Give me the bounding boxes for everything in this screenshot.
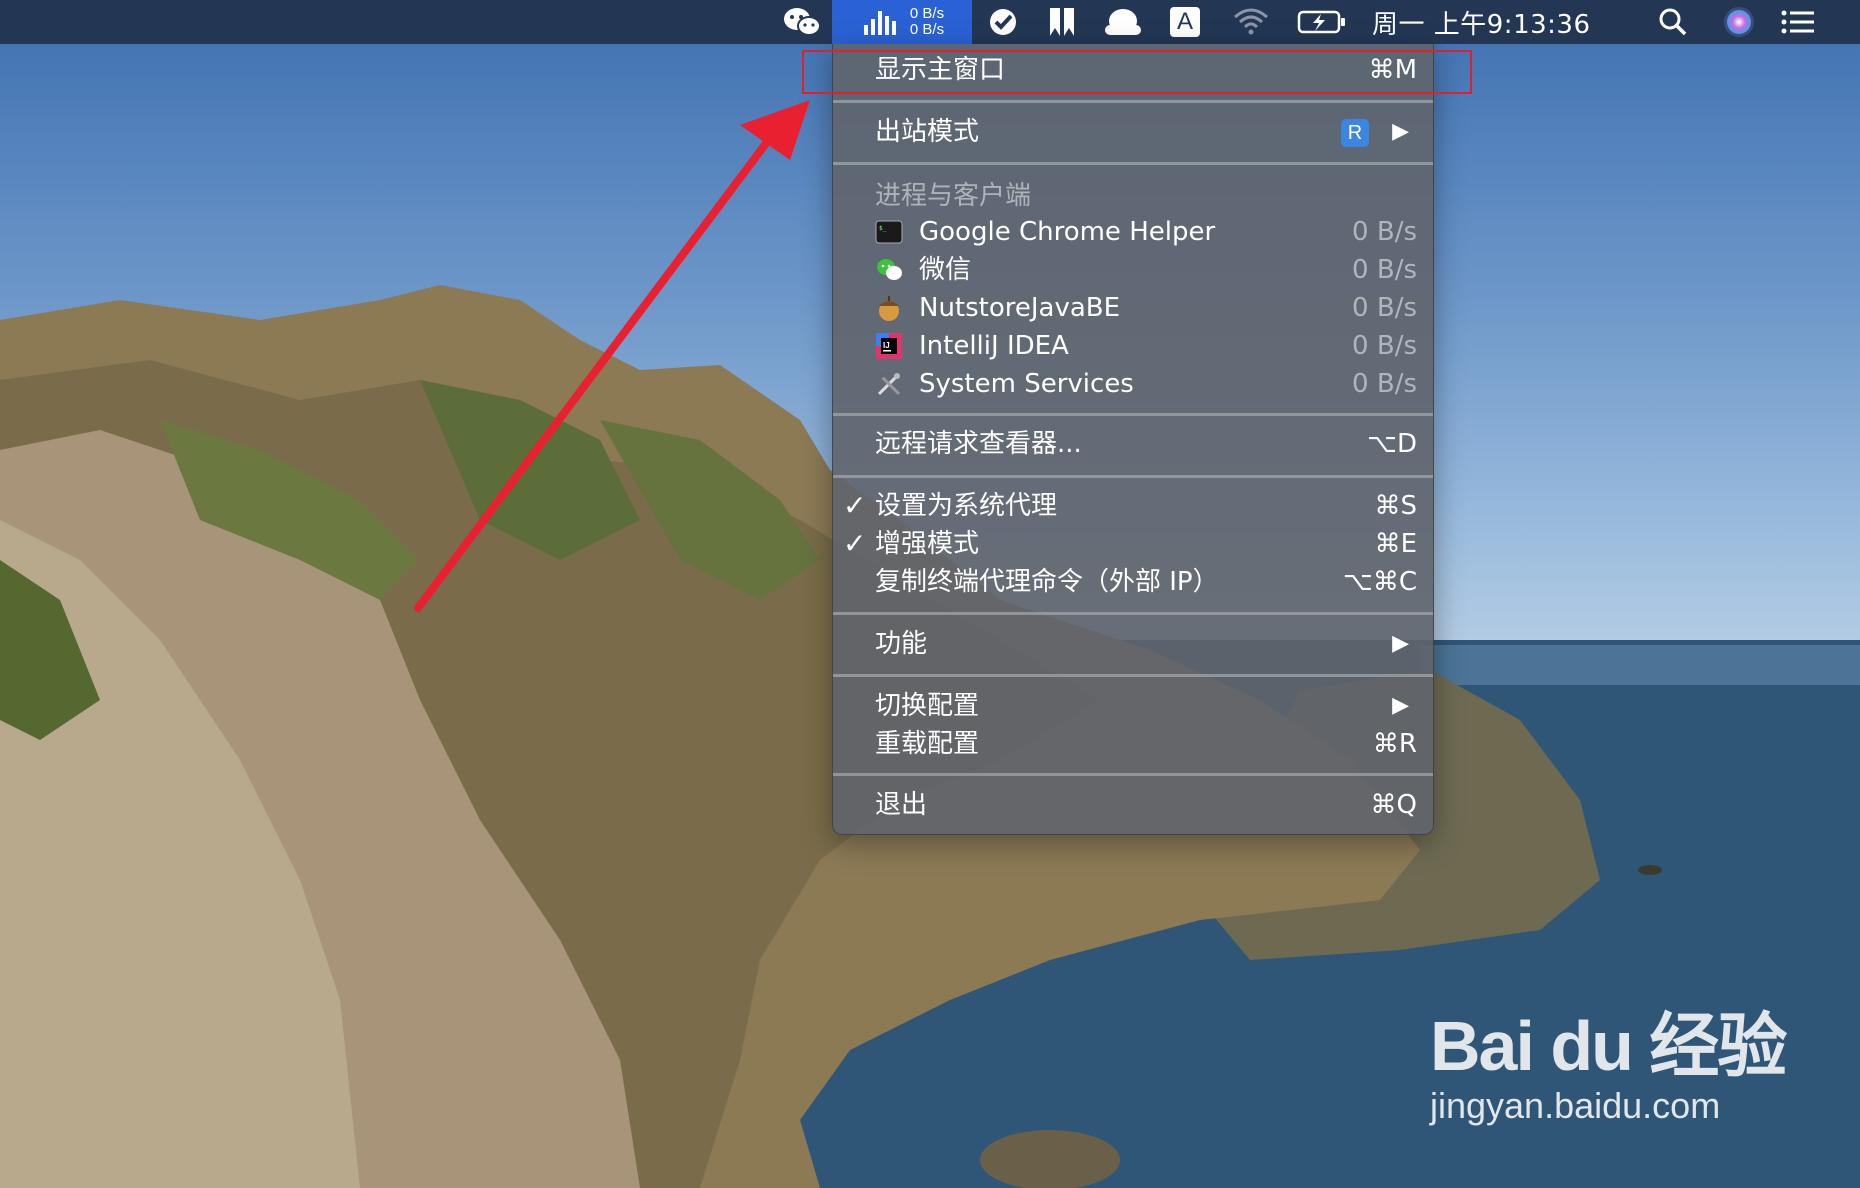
watermark-logo: Bai du 经验 [1430, 1007, 1787, 1085]
baidu-jingyan-watermark: Bai du 经验 jingyan.baidu.com [1430, 990, 1787, 1127]
watermark-url: jingyan.baidu.com [1430, 1085, 1721, 1126]
